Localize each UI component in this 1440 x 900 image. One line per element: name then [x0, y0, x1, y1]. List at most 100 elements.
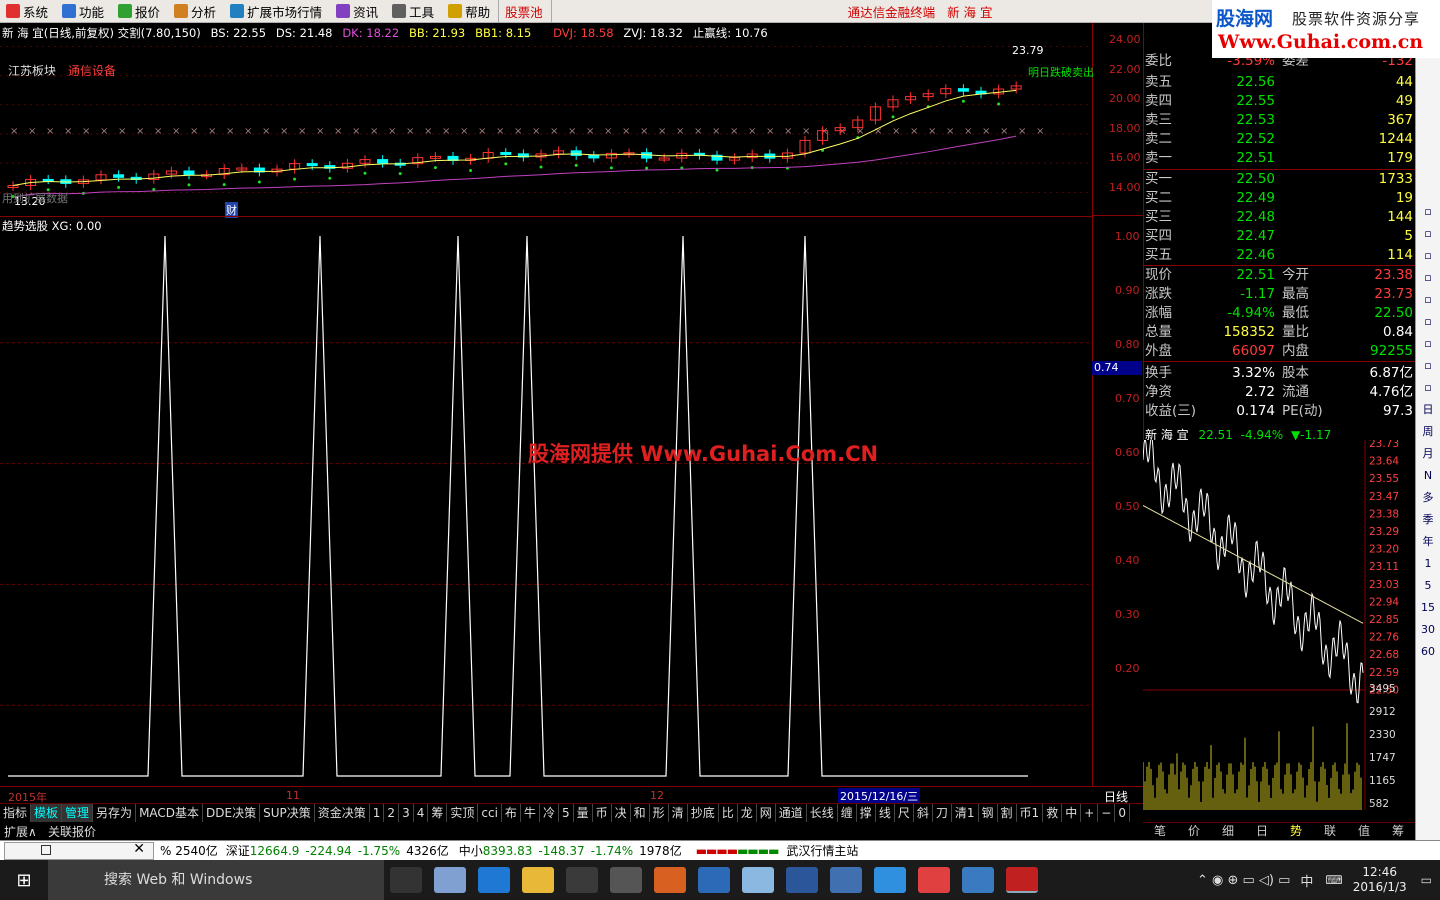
formula-tab[interactable]: 布 — [502, 804, 521, 822]
period-button[interactable]: 多 — [1416, 487, 1440, 509]
formula-tab[interactable]: 清 — [669, 804, 688, 822]
right-tab[interactable]: 联 — [1313, 823, 1347, 840]
word-icon[interactable] — [786, 867, 818, 893]
menu-quote[interactable]: 报价 — [112, 0, 168, 23]
period-button[interactable]: 30 — [1416, 619, 1440, 641]
tool-icon[interactable]: ▫ — [1416, 333, 1440, 355]
formula-tab[interactable]: 量 — [574, 804, 593, 822]
tool-icon[interactable]: ▫ — [1416, 201, 1440, 223]
formula-tab[interactable]: cci — [478, 804, 502, 822]
formula-tab[interactable]: 指标 — [0, 804, 32, 822]
menu-tools[interactable]: 工具 — [386, 0, 442, 23]
formula-tab[interactable]: 实顶 — [447, 804, 479, 822]
intraday-chart[interactable]: 23.73 23.64 23.55 23.47 23.38 23.29 23.20 23.11… — [1143, 440, 1415, 822]
tool-icon[interactable]: ▫ — [1416, 223, 1440, 245]
period-button[interactable]: N — [1416, 465, 1440, 487]
formula-tab[interactable]: 撑 — [857, 804, 876, 822]
formula-tab[interactable]: 和 — [631, 804, 650, 822]
menu-info[interactable]: 资讯 — [330, 0, 386, 23]
formula-tab[interactable]: 比 — [719, 804, 738, 822]
formula-tab[interactable]: 钢 — [979, 804, 998, 822]
formula-tab[interactable]: 尺 — [895, 804, 914, 822]
calculator-icon[interactable] — [610, 867, 642, 893]
tray-icons[interactable]: ⌃ ◉ ⊕ ▭ ◁) ▭ — [1197, 873, 1290, 888]
kline-chart[interactable]: × × × × × × × × × × × × × × × × × × × × × × × × × × × × × × × × × × × × × × × ×… — [0, 38, 1092, 216]
formula-tab[interactable]: 中 — [1062, 804, 1082, 822]
formula-tab[interactable]: 币 — [593, 804, 612, 822]
period-button[interactable]: 周 — [1416, 421, 1440, 443]
period-button[interactable]: 年 — [1416, 531, 1440, 553]
clock[interactable]: 12:46 2016/1/3 — [1353, 865, 1407, 895]
tool-icon[interactable]: ▫ — [1416, 245, 1440, 267]
formula-tab[interactable]: 决 — [612, 804, 631, 822]
restore-icon[interactable] — [41, 844, 51, 855]
formula-tab[interactable]: 0 — [1115, 804, 1130, 822]
right-tab[interactable]: 势 — [1279, 823, 1313, 840]
menu-analysis[interactable]: 分析 — [168, 0, 224, 23]
tool-icon[interactable]: ▫ — [1416, 289, 1440, 311]
formula-tab[interactable]: + — [1081, 804, 1099, 822]
formula-tab[interactable]: 救 — [1043, 804, 1063, 822]
formula-tab[interactable]: 斜 — [914, 804, 933, 822]
right-tab[interactable]: 筹 — [1381, 823, 1415, 840]
app-icon[interactable] — [742, 867, 774, 893]
formula-tab[interactable]: 筹 — [428, 804, 448, 822]
close-icon[interactable]: ✕ — [133, 841, 145, 857]
store-icon[interactable] — [566, 867, 598, 893]
formula-tab[interactable]: 1 — [370, 804, 385, 822]
media-icon[interactable] — [654, 867, 686, 893]
period-button[interactable]: 60 — [1416, 641, 1440, 663]
period-button[interactable]: 月 — [1416, 443, 1440, 465]
mail-icon[interactable] — [874, 867, 906, 893]
right-tab[interactable]: 值 — [1347, 823, 1381, 840]
period-button[interactable]: 1 — [1416, 553, 1440, 575]
formula-tab[interactable]: 龙 — [738, 804, 757, 822]
formula-tab[interactable]: 线 — [876, 804, 895, 822]
formula-tab[interactable]: 割 — [998, 804, 1017, 822]
period-button[interactable]: 日 — [1416, 399, 1440, 421]
tool-icon[interactable]: ▫ — [1416, 311, 1440, 333]
right-tab[interactable]: 日 — [1245, 823, 1279, 840]
formula-tab[interactable]: 另存为 — [93, 804, 137, 822]
formula-tab[interactable]: 通道 — [776, 804, 807, 822]
formula-tab[interactable]: 管理 — [62, 804, 94, 822]
taskbar-search[interactable]: 搜索 Web 和 Windows — [48, 860, 384, 900]
formula-tab[interactable]: 2 — [384, 804, 400, 822]
task-view-icon[interactable] — [390, 867, 422, 893]
menu-stock-pool[interactable]: 股票池 — [498, 0, 552, 23]
mini-window[interactable]: ✕ — [4, 841, 154, 860]
formula-tab[interactable]: MACD基本 — [136, 804, 204, 822]
stock-app-icon[interactable] — [1006, 867, 1038, 893]
browser-icon[interactable] — [918, 867, 950, 893]
formula-tab[interactable]: 资金决策 — [315, 804, 370, 822]
ime-indicator[interactable]: 中 — [1300, 871, 1313, 890]
formula-tab[interactable]: DDE决策 — [203, 804, 261, 822]
keyboard-icon[interactable]: ⌨ — [1325, 873, 1342, 887]
formula-tab[interactable]: 清1 — [952, 804, 979, 822]
ie-icon[interactable] — [962, 867, 994, 893]
right-tab[interactable]: 细 — [1211, 823, 1245, 840]
formula-tab[interactable]: 模板 — [31, 804, 63, 822]
pinwheel-icon[interactable] — [434, 867, 466, 893]
period-button[interactable]: 季 — [1416, 509, 1440, 531]
formula-tab[interactable]: 牛 — [521, 804, 540, 822]
formula-tab[interactable]: 缠 — [838, 804, 857, 822]
related-quote-tab[interactable]: 关联报价 — [48, 823, 96, 840]
tool-icon[interactable]: ▫ — [1416, 267, 1440, 289]
folder-icon[interactable] — [522, 867, 554, 893]
notification-icon[interactable]: ▭ — [1421, 873, 1432, 887]
formula-tab[interactable]: 5 — [559, 804, 574, 822]
formula-tab[interactable]: 刀 — [933, 804, 952, 822]
formula-tab[interactable]: 抄底 — [688, 804, 719, 822]
right-tab[interactable]: 价 — [1177, 823, 1211, 840]
menu-ext-market[interactable]: 扩展市场行情 — [224, 0, 330, 23]
formula-tab[interactable]: SUP决策 — [260, 804, 315, 822]
formula-tab[interactable]: 冷 — [540, 804, 559, 822]
edge-icon[interactable] — [478, 867, 510, 893]
cloud-icon[interactable] — [698, 867, 730, 893]
expand-tab[interactable]: 扩展∧ — [4, 823, 37, 840]
formula-tab[interactable]: 长线 — [807, 804, 838, 822]
period-button[interactable]: 15 — [1416, 597, 1440, 619]
formula-tab[interactable]: 形 — [650, 804, 669, 822]
formula-tab[interactable]: − — [1098, 804, 1116, 822]
